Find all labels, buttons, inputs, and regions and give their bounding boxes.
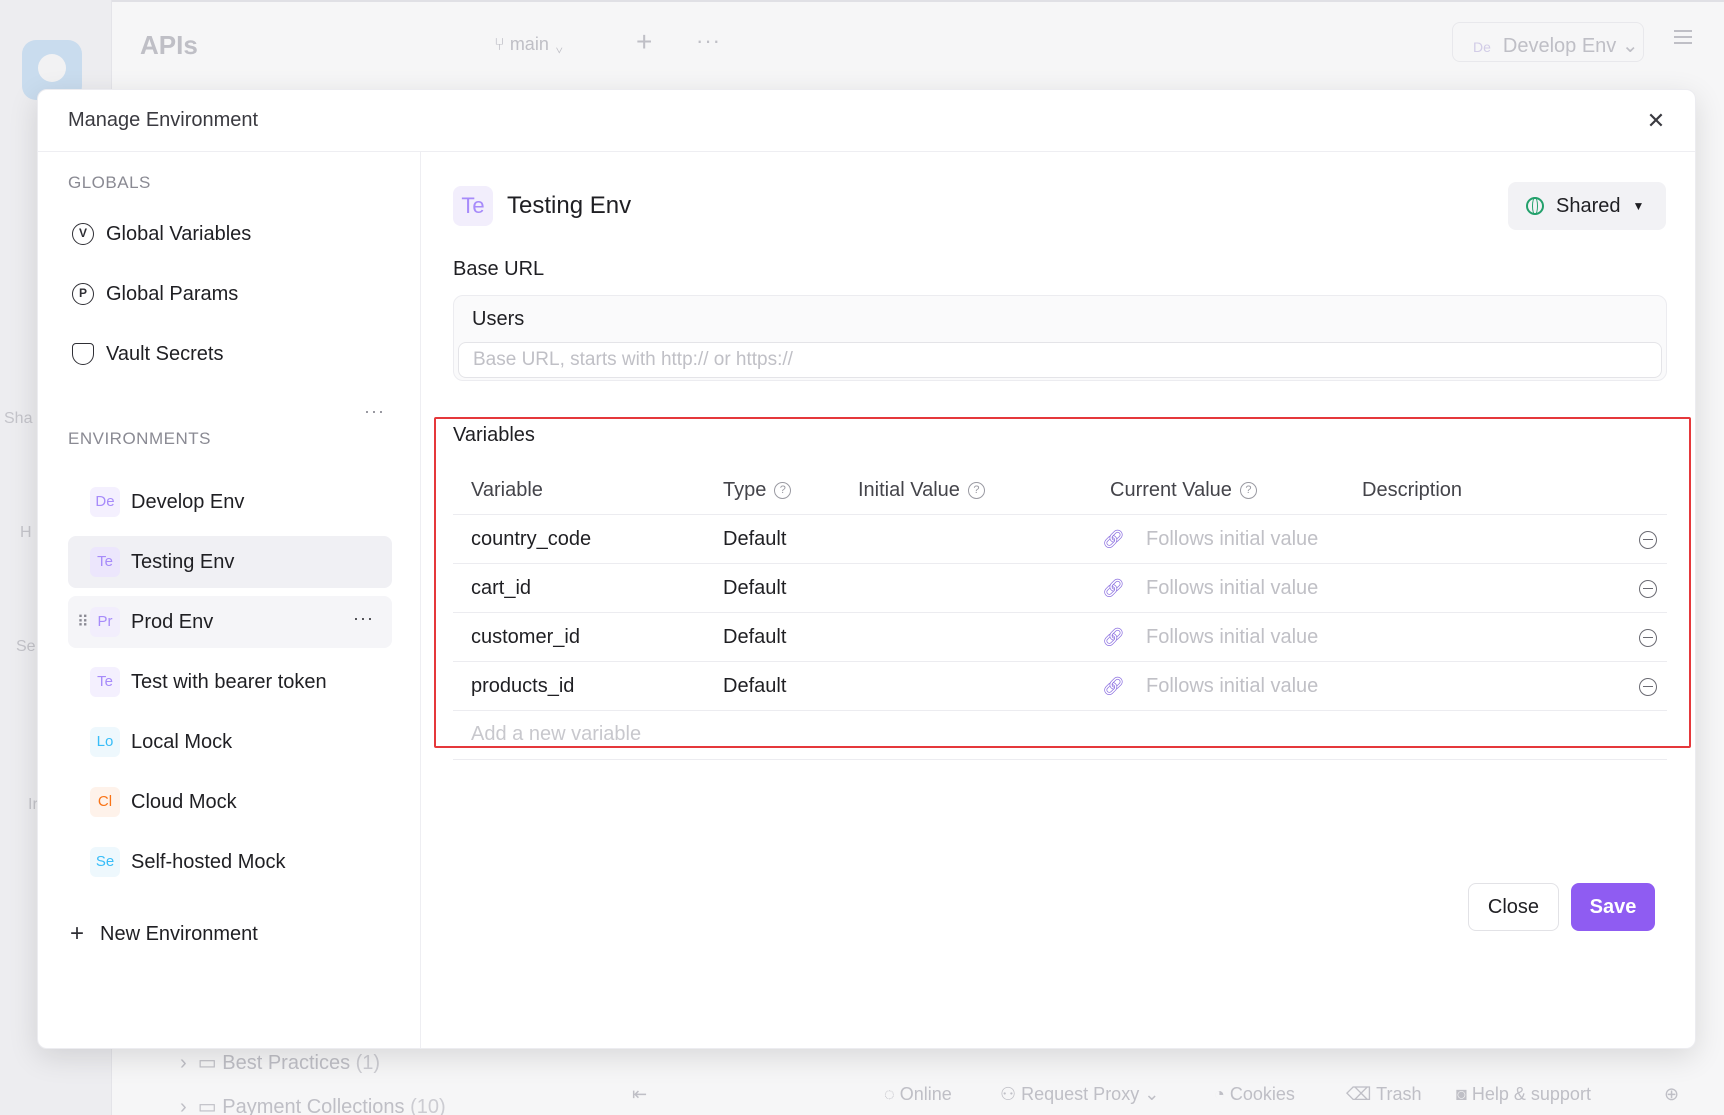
column-header-initial-value: Initial Value? <box>858 479 985 502</box>
env-item-label: Develop Env <box>131 490 245 513</box>
column-label: Description <box>1362 479 1463 501</box>
column-header-description: Description <box>1362 479 1462 502</box>
environment-sidebar: GLOBALS V Global Variables P Global Para… <box>38 152 421 1048</box>
table-row[interactable]: customer_id Default 🔗︎ Follows initial v… <box>453 613 1667 662</box>
help-icon[interactable]: ? <box>774 482 792 499</box>
close-button[interactable]: Close <box>1468 883 1559 931</box>
env-item-label: Test with bearer token <box>131 670 327 693</box>
param-icon: P <box>72 283 94 305</box>
column-label: Initial Value <box>858 479 960 501</box>
sidebar-item-global-variables[interactable]: V Global Variables <box>68 208 362 260</box>
help-icon[interactable]: ? <box>1239 482 1257 499</box>
variable-icon: V <box>72 223 94 245</box>
sidebar-item-label: Global Params <box>106 282 239 305</box>
env-item-label: Self-hosted Mock <box>131 850 286 873</box>
sidebar-item-global-params[interactable]: P Global Params <box>68 268 362 320</box>
env-item-cloud-mock[interactable]: Cl Cloud Mock <box>68 776 392 828</box>
new-environment-label: New Environment <box>100 922 258 945</box>
env-item-label: Prod Env <box>131 610 214 633</box>
globe-icon <box>1526 197 1544 215</box>
column-header-type: Type? <box>723 479 792 502</box>
base-url-label: Base URL <box>453 258 545 280</box>
save-button[interactable]: Save <box>1571 883 1655 931</box>
column-label: Type <box>723 479 767 501</box>
column-header-variable: Variable <box>471 479 543 502</box>
variable-current-value[interactable]: Follows initial value <box>1146 528 1318 551</box>
variable-name[interactable]: customer_id <box>471 626 580 649</box>
variable-type[interactable]: Default <box>723 528 786 551</box>
env-item-prod[interactable]: ⠿ Pr Prod Env ··· <box>68 596 392 648</box>
link-icon[interactable]: 🔗︎ <box>1102 627 1125 648</box>
shared-dropdown[interactable]: Shared ▼ <box>1508 182 1666 230</box>
env-item-label: Cloud Mock <box>131 790 237 813</box>
variable-type[interactable]: Default <box>723 626 786 649</box>
base-url-input[interactable] <box>458 342 1662 378</box>
base-url-box: Users <box>453 295 1667 381</box>
environments-label: ENVIRONMENTS <box>68 429 211 448</box>
table-row[interactable]: products_id Default 🔗︎ Follows initial v… <box>453 662 1667 711</box>
modal-header: Manage Environment ✕ <box>38 90 1695 152</box>
remove-icon[interactable] <box>1639 678 1657 696</box>
env-more-icon[interactable]: ··· <box>353 608 374 629</box>
env-prefix-badge: Se <box>90 847 120 877</box>
close-icon[interactable]: ✕ <box>1641 106 1671 136</box>
variable-current-value[interactable]: Follows initial value <box>1146 675 1318 698</box>
chevron-down-icon: ▼ <box>1632 199 1645 213</box>
env-item-label: Local Mock <box>131 730 233 753</box>
table-row[interactable]: cart_id Default 🔗︎ Follows initial value <box>453 564 1667 613</box>
new-environment-button[interactable]: + New Environment <box>68 920 258 948</box>
add-variable-input[interactable]: Add a new variable <box>471 723 641 746</box>
link-icon[interactable]: 🔗︎ <box>1102 676 1125 697</box>
modal-title: Manage Environment <box>68 109 259 131</box>
base-url-service-name: Users <box>472 308 525 330</box>
env-prefix-badge: Te <box>90 667 120 697</box>
env-item-local-mock[interactable]: Lo Local Mock <box>68 716 392 768</box>
plus-icon: + <box>70 920 85 947</box>
table-row[interactable]: country_code Default 🔗︎ Follows initial … <box>453 515 1667 564</box>
variable-name[interactable]: cart_id <box>471 577 531 600</box>
variable-type[interactable]: Default <box>723 577 786 600</box>
env-prefix-badge: De <box>90 487 120 517</box>
sidebar-item-label: Vault Secrets <box>106 342 224 365</box>
link-icon[interactable]: 🔗︎ <box>1102 578 1125 599</box>
column-label: Variable <box>471 479 543 501</box>
environments-more-icon[interactable]: ··· <box>364 401 385 422</box>
sidebar-item-label: Global Variables <box>106 222 252 245</box>
variables-label: Variables <box>453 424 535 446</box>
remove-icon[interactable] <box>1639 531 1657 549</box>
variable-current-value[interactable]: Follows initial value <box>1146 577 1318 600</box>
shared-label: Shared <box>1556 194 1621 217</box>
variable-current-value[interactable]: Follows initial value <box>1146 626 1318 649</box>
env-prefix-badge: Te <box>453 186 493 226</box>
variables-table: Variable Type? Initial Value? Current Va… <box>453 465 1667 760</box>
link-icon[interactable]: 🔗︎ <box>1102 529 1125 550</box>
env-prefix-badge: Cl <box>90 787 120 817</box>
env-item-label: Testing Env <box>131 550 235 573</box>
table-header: Variable Type? Initial Value? Current Va… <box>453 465 1667 515</box>
add-variable-row[interactable]: Add a new variable <box>453 711 1667 760</box>
globals-label: GLOBALS <box>68 173 151 192</box>
variable-name[interactable]: country_code <box>471 528 591 551</box>
env-item-self-hosted-mock[interactable]: Se Self-hosted Mock <box>68 836 392 888</box>
env-prefix-badge: Lo <box>90 727 120 757</box>
env-item-bearer[interactable]: Te Test with bearer token <box>68 656 392 708</box>
variable-name[interactable]: products_id <box>471 675 574 698</box>
column-header-current-value: Current Value? <box>1110 479 1257 502</box>
help-icon[interactable]: ? <box>967 482 985 499</box>
column-label: Current Value <box>1110 479 1232 501</box>
env-title: Testing Env <box>507 192 632 219</box>
env-item-testing[interactable]: Te Testing Env <box>68 536 392 588</box>
sidebar-item-vault-secrets[interactable]: Vault Secrets <box>68 328 362 380</box>
env-prefix-badge: Pr <box>90 607 120 637</box>
drag-handle-icon[interactable]: ⠿ <box>77 612 89 632</box>
shield-icon <box>72 343 94 365</box>
env-item-develop[interactable]: De Develop Env <box>68 476 392 528</box>
remove-icon[interactable] <box>1639 629 1657 647</box>
remove-icon[interactable] <box>1639 580 1657 598</box>
env-prefix-badge: Te <box>90 547 120 577</box>
variable-type[interactable]: Default <box>723 675 786 698</box>
